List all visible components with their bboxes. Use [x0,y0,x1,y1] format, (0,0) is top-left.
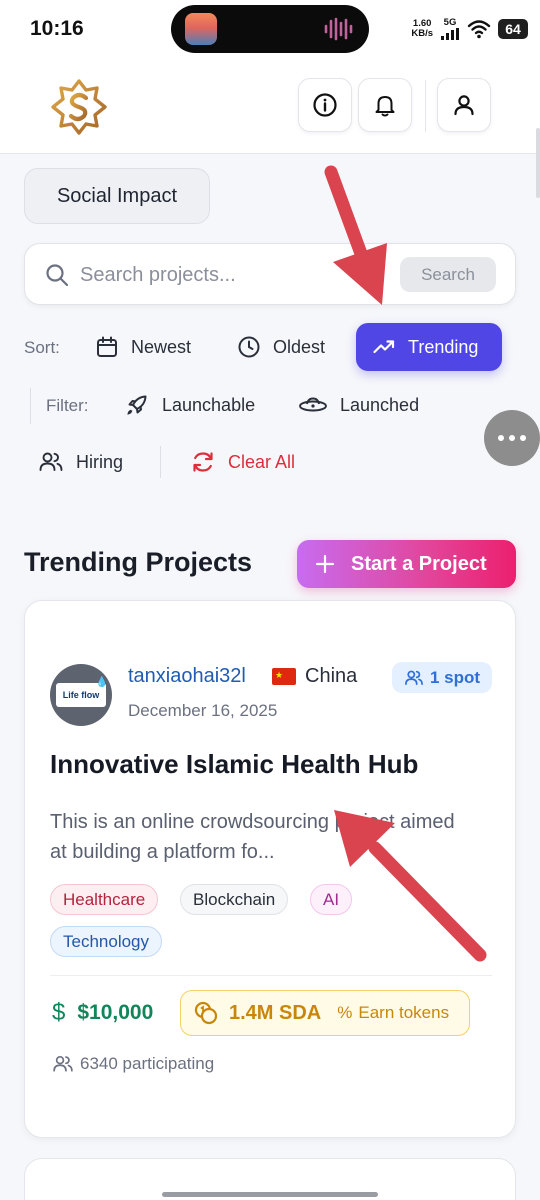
clear-all-button[interactable]: Clear All [190,444,295,480]
start-project-label: Start a Project [351,552,487,575]
users-icon [53,1055,73,1072]
sort-newest[interactable]: Newest [95,323,191,371]
plus-icon [315,554,335,574]
sort-trending-label: Trending [408,336,479,357]
section-title: Trending Projects [24,547,253,577]
china-flag-icon: ★ [272,668,296,685]
more-options-button[interactable] [484,410,540,466]
filter-launchable-label: Launchable [162,394,256,415]
sort-oldest[interactable]: Oldest [237,323,325,371]
more-dot-icon [498,435,504,441]
avatar[interactable]: Life flow 💧 [50,664,112,726]
filter-launchable[interactable]: Launchable [124,387,255,423]
bell-icon [375,96,395,117]
search-button[interactable]: Search [400,257,496,292]
sort-newest-label: Newest [131,336,192,357]
project-description: This is an online crowdsourcing project … [50,811,455,863]
more-dot-icon [520,435,526,441]
s-star-logo-icon[interactable] [50,78,108,136]
dynamic-island [171,5,369,53]
earn-tokens-text: Earn tokens [358,1003,450,1022]
spots-label: 1 spot [430,667,481,687]
clock-icon [238,336,260,358]
card-divider [50,975,492,976]
search-icon [46,264,69,287]
ufo-icon [299,397,327,412]
search-input[interactable] [80,256,390,294]
signal-bars-icon [441,28,459,40]
filter-label: Filter: [46,396,89,415]
project-card[interactable]: Life flow 💧 tanxiaohai32l ★ China 1 spot… [24,600,516,1138]
status-time: 10:16 [30,17,84,40]
filter-hiring-label: Hiring [76,451,124,472]
project-date: December 16, 2025 [128,701,278,720]
app-header [0,58,540,198]
audio-wave-icon [324,17,353,41]
filter-hiring[interactable]: Hiring [38,444,123,480]
filter-launched-label: Launched [340,394,420,415]
user-icon [454,95,474,116]
funding-value: $10,000 [77,1001,154,1024]
notifications-button[interactable] [358,78,412,132]
dollar-icon: $ [52,999,66,1026]
coins-icon [194,1001,218,1025]
network-speed: 1.60 KB/s [411,19,433,39]
users-icon [405,670,423,685]
calendar-icon [97,336,117,357]
avatar-logo: Life flow 💧 [56,677,108,707]
sort-trending[interactable]: Trending [356,323,502,371]
status-bar: 10:16 1.60 KB/s 5G 64 [0,0,540,58]
network-type: 5G [443,17,457,28]
earn-tokens-label: % Earn tokens [337,1003,449,1023]
search-bar: Search [24,243,516,305]
trending-up-icon [373,340,395,354]
info-icon [313,93,337,117]
avatar-logo-text: Life flow [62,690,100,700]
tag-technology[interactable]: Technology [50,926,163,957]
percent-icon: % [337,1003,353,1022]
token-reward-badge: 1.4M SDA % Earn tokens [180,990,470,1036]
project-title[interactable]: Innovative Islamic Health Hub [50,749,418,780]
project-country: China [305,665,358,687]
home-indicator[interactable] [162,1192,378,1197]
tag-healthcare[interactable]: Healthcare [50,884,159,915]
start-project-button[interactable]: Start a Project [297,540,516,588]
filter-launched[interactable]: Launched [298,387,419,423]
status-indicators: 1.60 KB/s 5G 64 [411,14,528,44]
users-icon [39,452,63,471]
wifi-icon [467,20,491,39]
clear-all-label: Clear All [228,451,296,472]
info-button[interactable] [298,78,352,132]
funding-amount: $ $10,000 [52,999,153,1027]
refresh-icon [193,452,213,472]
cell-signal: 5G [440,18,460,40]
spots-badge: 1 spot [392,662,493,693]
tag-ai[interactable]: AI [310,884,353,915]
sort-label: Sort: [24,338,60,357]
more-dot-icon [509,435,515,441]
media-thumbnail [185,13,217,45]
filter-row-divider [160,446,161,478]
filter-divider [30,388,31,424]
rocket-icon [127,395,147,415]
project-owner-link[interactable]: tanxiaohai32l [128,665,246,688]
battery-indicator: 64 [498,19,528,39]
profile-button[interactable] [437,78,491,132]
token-amount: 1.4M SDA [229,1001,322,1024]
scrollbar[interactable] [536,128,540,198]
participants-count: 6340 participating [52,1053,214,1075]
sort-oldest-label: Oldest [273,336,326,357]
network-speed-unit: KB/s [411,28,433,39]
header-divider [425,80,426,132]
tag-blockchain[interactable]: Blockchain [180,884,289,915]
category-chip-social-impact[interactable]: Social Impact [24,168,210,224]
water-drop-icon: 💧 [95,677,108,688]
participants-label: 6340 participating [80,1054,215,1073]
